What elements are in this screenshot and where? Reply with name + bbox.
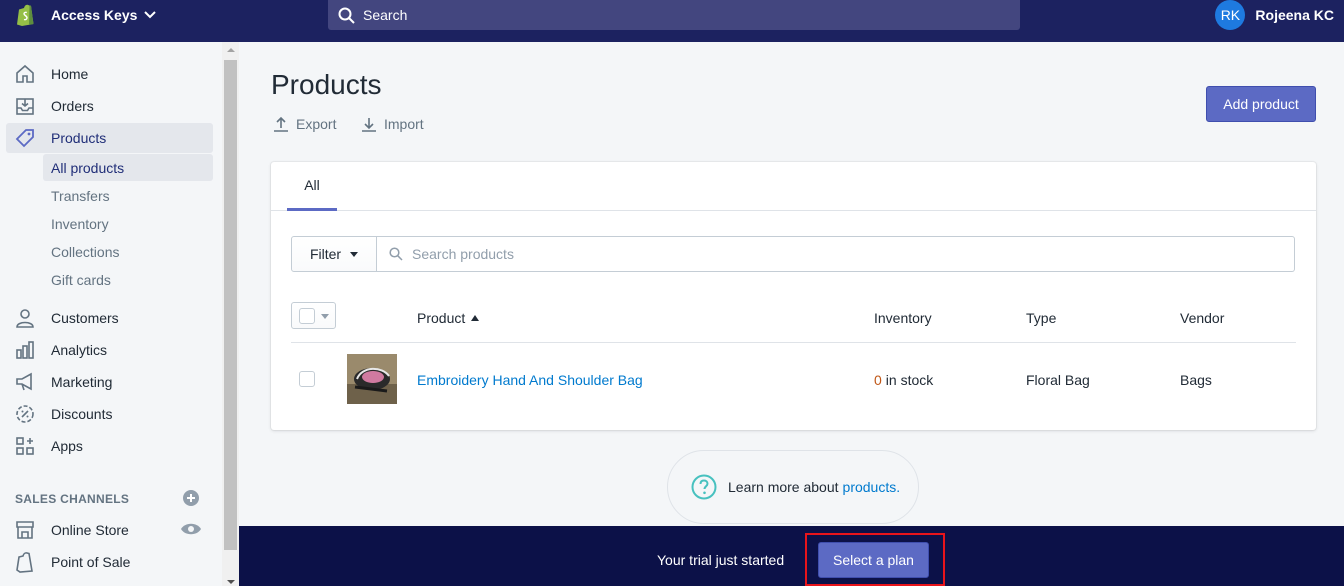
export-label: Export — [296, 116, 337, 132]
sidebar-subitem-inventory[interactable]: Inventory — [43, 210, 213, 237]
inventory-cell: 0 in stock — [874, 345, 933, 415]
sidebar-scrollbar[interactable] — [222, 42, 239, 586]
sidebar: Home Orders Products All products Transf… — [0, 42, 222, 586]
product-thumbnail[interactable] — [347, 354, 397, 404]
global-search-placeholder: Search — [363, 7, 408, 23]
top-bar: Access Keys Search RK Rojeena KC — [0, 0, 1344, 42]
column-header-type: Type — [1026, 310, 1057, 326]
sidebar-item-label: Discounts — [51, 406, 113, 422]
row-checkbox[interactable] — [299, 371, 315, 387]
export-icon — [274, 116, 288, 132]
search-products-placeholder: Search products — [412, 246, 514, 262]
sidebar-item-marketing[interactable]: Marketing — [6, 367, 213, 397]
sidebar-item-label: Marketing — [51, 374, 113, 390]
export-button[interactable]: Export — [273, 116, 336, 132]
sidebar-item-label: Analytics — [51, 342, 108, 358]
sidebar-item-analytics[interactable]: Analytics — [6, 335, 213, 365]
sidebar-item-home[interactable]: Home — [6, 59, 213, 89]
sidebar-subitem-gift-cards[interactable]: Gift cards — [43, 266, 213, 293]
sales-channels-label: SALES CHANNELS — [15, 492, 130, 506]
caret-down-icon — [321, 314, 329, 319]
sidebar-item-label: Point of Sale — [51, 554, 131, 570]
scrollbar-thumb[interactable] — [224, 60, 237, 550]
sidebar-item-orders[interactable]: Orders — [6, 91, 213, 121]
main-content: Products Export Import Add product All F… — [239, 42, 1344, 526]
sidebar-item-label: Products — [51, 130, 107, 146]
sidebar-item-label: Apps — [51, 438, 83, 454]
sidebar-item-label: Home — [51, 66, 89, 82]
sidebar-item-point-of-sale[interactable]: Point of Sale — [6, 547, 213, 577]
caret-down-icon — [350, 251, 359, 257]
bar-chart-icon — [14, 339, 36, 361]
column-product-label: Product — [417, 310, 466, 326]
table-header: Product Inventory Type Vendor — [291, 298, 1296, 343]
global-search-input[interactable]: Search — [328, 0, 1020, 30]
apps-icon — [14, 435, 36, 457]
search-icon — [338, 7, 355, 24]
products-card: All Filter Search products Product Inven… — [271, 162, 1316, 430]
learn-more-callout: Learn more about products. — [667, 450, 919, 524]
add-sales-channel-button[interactable] — [182, 489, 200, 507]
search-products-input[interactable]: Search products — [377, 236, 1295, 272]
column-header-inventory: Inventory — [874, 310, 932, 326]
filter-label: Filter — [309, 246, 342, 262]
shopping-bag-icon — [14, 551, 36, 573]
add-product-button[interactable]: Add product — [1206, 86, 1316, 122]
select-plan-button[interactable]: Select a plan — [818, 542, 929, 578]
chevron-down-icon — [144, 11, 157, 19]
sidebar-item-apps[interactable]: Apps — [6, 431, 213, 461]
shopify-logo-icon — [17, 4, 34, 27]
filter-button[interactable]: Filter — [291, 236, 377, 272]
store-switcher[interactable]: Access Keys — [14, 0, 157, 30]
store-icon — [14, 519, 36, 541]
sort-ascending-icon — [471, 315, 480, 321]
sidebar-item-customers[interactable]: Customers — [6, 303, 213, 333]
orders-icon — [14, 95, 36, 117]
tab-all[interactable]: All — [287, 162, 337, 211]
scroll-down-arrow[interactable] — [227, 580, 235, 584]
type-cell: Floral Bag — [1026, 372, 1090, 388]
megaphone-icon — [14, 371, 36, 393]
store-name: Access Keys — [51, 7, 138, 23]
sidebar-item-label: Customers — [51, 310, 119, 326]
sidebar-subitem-transfers[interactable]: Transfers — [43, 182, 213, 209]
sidebar-item-discounts[interactable]: Discounts — [6, 399, 213, 429]
avatar: RK — [1215, 0, 1246, 30]
sidebar-subitem-collections[interactable]: Collections — [43, 238, 213, 265]
column-header-vendor: Vendor — [1180, 310, 1225, 326]
user-name: Rojeena KC — [1255, 7, 1334, 23]
person-icon — [14, 307, 36, 329]
product-bag-image — [347, 354, 397, 404]
sidebar-item-label: Online Store — [51, 522, 129, 538]
eye-icon[interactable] — [180, 521, 202, 537]
table-row: Embroidery Hand And Shoulder Bag 0 in st… — [291, 345, 1296, 415]
select-all-checkbox[interactable] — [291, 302, 336, 329]
help-circle-icon — [691, 474, 717, 500]
inventory-suffix: in stock — [885, 372, 934, 388]
learn-more-text: Learn more about — [728, 479, 839, 495]
filter-row: Filter Search products — [291, 236, 1295, 272]
checkbox — [299, 308, 315, 324]
import-button[interactable]: Import — [361, 116, 424, 132]
scroll-up-arrow[interactable] — [227, 48, 235, 52]
discount-icon — [14, 403, 36, 425]
search-icon — [389, 247, 403, 261]
inventory-count: 0 — [874, 372, 882, 388]
tag-icon — [14, 127, 36, 149]
home-icon — [14, 63, 36, 85]
import-icon — [362, 118, 376, 132]
vendor-cell: Bags — [1180, 372, 1212, 388]
product-name-link[interactable]: Embroidery Hand And Shoulder Bag — [417, 345, 643, 415]
import-label: Import — [384, 116, 424, 132]
trial-banner: Your trial just started Select a plan — [239, 526, 1344, 586]
column-header-product[interactable]: Product — [417, 298, 480, 338]
page-title: Products — [271, 69, 382, 100]
trial-text: Your trial just started — [657, 552, 785, 568]
learn-more-products-link[interactable]: products. — [843, 479, 901, 495]
sidebar-item-products[interactable]: Products — [6, 123, 213, 153]
sidebar-item-label: Orders — [51, 98, 94, 114]
tab-bar: All — [271, 162, 1316, 211]
sidebar-subitem-all-products[interactable]: All products — [43, 154, 213, 181]
user-menu[interactable]: RK Rojeena KC — [1215, 0, 1334, 30]
